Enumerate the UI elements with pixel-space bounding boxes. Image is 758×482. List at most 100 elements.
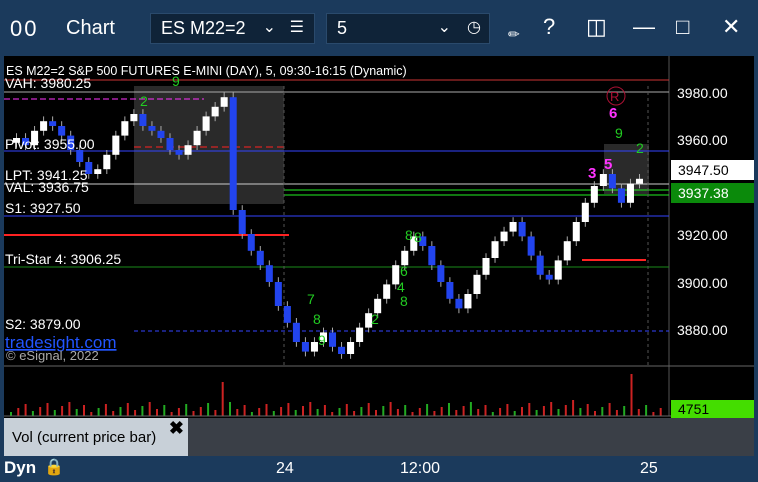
maximize-icon[interactable]: □ xyxy=(676,14,689,40)
volume-bar xyxy=(53,410,56,416)
candle xyxy=(482,258,490,275)
count-label: 7 xyxy=(307,291,315,307)
minimize-icon[interactable]: — xyxy=(633,14,655,40)
volume-bar xyxy=(542,406,545,416)
level-vah: VAH: 3980.25 xyxy=(5,75,91,91)
volume-bar xyxy=(462,406,465,416)
volume-bar xyxy=(426,404,429,416)
candle xyxy=(265,265,273,282)
app-icon[interactable]: 00 xyxy=(10,16,38,42)
price-chart[interactable]: ES M22=2 S&P 500 FUTURES E-MINI (DAY), 5… xyxy=(4,56,754,456)
volume-bar xyxy=(637,409,640,416)
volume-bar xyxy=(491,412,494,416)
save-layout-icon[interactable]: ◫ xyxy=(586,14,607,40)
candle xyxy=(202,116,210,131)
close-icon[interactable]: ✕ xyxy=(722,14,740,40)
volume-bar xyxy=(375,410,377,416)
chart-area[interactable]: ES M22=2 S&P 500 FUTURES E-MINI (DAY), 5… xyxy=(4,56,754,456)
link-icon[interactable]: ✏ xyxy=(508,26,520,43)
volume-bar xyxy=(280,407,283,416)
volume-bar xyxy=(258,408,261,416)
candle xyxy=(635,178,643,184)
volume-bar xyxy=(615,410,618,416)
volume-bar xyxy=(382,406,385,416)
volume-bar xyxy=(535,410,538,416)
volume-bar xyxy=(156,409,158,416)
mode-label[interactable]: Dyn xyxy=(4,458,36,478)
status-bar: Dyn 🔒 24 12:00 25 xyxy=(0,456,758,482)
candle xyxy=(301,342,309,352)
volume-bar xyxy=(360,407,363,416)
candle xyxy=(563,241,571,261)
count-label: 5 xyxy=(604,156,612,173)
candle xyxy=(617,188,625,203)
y-tick: 3900.00 xyxy=(677,275,728,291)
candle xyxy=(310,342,318,352)
volume-bar xyxy=(323,405,326,416)
volume-bar xyxy=(141,406,144,416)
help-icon[interactable]: ? xyxy=(543,14,555,40)
candle xyxy=(94,169,102,174)
candle xyxy=(527,236,535,256)
volume-bar xyxy=(199,407,202,416)
volume-bar xyxy=(90,412,93,416)
count-label: 2 xyxy=(140,93,148,109)
clock-icon[interactable]: ◷ xyxy=(467,17,481,37)
candle xyxy=(283,306,291,323)
volume-bar xyxy=(572,400,575,416)
count-label: 8 xyxy=(313,311,321,327)
volume-bar xyxy=(521,407,523,416)
candle xyxy=(220,97,228,107)
candle xyxy=(148,126,156,131)
volume-bar xyxy=(477,409,480,416)
volume-bar xyxy=(316,409,319,416)
x-tick: 24 xyxy=(276,460,294,477)
close-icon[interactable]: ✖ xyxy=(169,418,184,439)
candle xyxy=(608,174,616,189)
volume-tooltip: Vol (current price bar) ✖ xyxy=(4,418,188,456)
interval-input[interactable]: 5 ⌄ ◷ xyxy=(326,13,490,44)
volume-bar xyxy=(652,412,655,416)
chevron-down-icon[interactable]: ⌄ xyxy=(263,17,276,37)
lock-icon[interactable]: 🔒 xyxy=(44,457,64,477)
volume-bar xyxy=(367,403,370,416)
volume-bar xyxy=(659,408,662,416)
candle xyxy=(157,130,165,138)
volume-bar xyxy=(104,404,107,416)
volume-bar xyxy=(440,407,443,416)
volume-bar xyxy=(302,406,304,416)
volume-bar xyxy=(250,412,253,416)
candle xyxy=(338,346,346,354)
volume-bar xyxy=(229,402,231,416)
volume-bars-group xyxy=(10,374,662,416)
volume-bar xyxy=(557,409,560,416)
menu-icon[interactable]: ☰ xyxy=(290,17,304,37)
candle xyxy=(166,138,174,150)
candle xyxy=(175,150,183,155)
price-panel[interactable] xyxy=(4,56,669,366)
volume-bar xyxy=(623,406,626,416)
volume-bar xyxy=(448,403,450,416)
volume-bar xyxy=(265,404,268,416)
volume-strip xyxy=(188,418,754,456)
chevron-down-icon[interactable]: ⌄ xyxy=(438,17,451,37)
candle xyxy=(626,183,634,203)
volume-bar xyxy=(586,404,589,416)
volume-bar xyxy=(601,407,604,416)
tag-price: 3937.38 xyxy=(678,185,729,201)
r-mark: R xyxy=(610,89,619,104)
count-label: 9 xyxy=(615,125,623,141)
candle xyxy=(347,342,355,354)
volume-bar xyxy=(630,374,633,416)
candle xyxy=(500,231,508,242)
volume-bar xyxy=(272,411,275,416)
candle xyxy=(229,97,237,210)
candle xyxy=(518,222,526,237)
candle xyxy=(590,186,598,203)
symbol-input[interactable]: ES M22=2 ⌄ ☰ xyxy=(150,13,315,44)
volume-bar xyxy=(68,402,71,416)
candle xyxy=(58,126,66,136)
candle xyxy=(103,154,111,170)
volume-bar xyxy=(170,412,173,416)
level-s2: S2: 3879.00 xyxy=(5,316,81,332)
